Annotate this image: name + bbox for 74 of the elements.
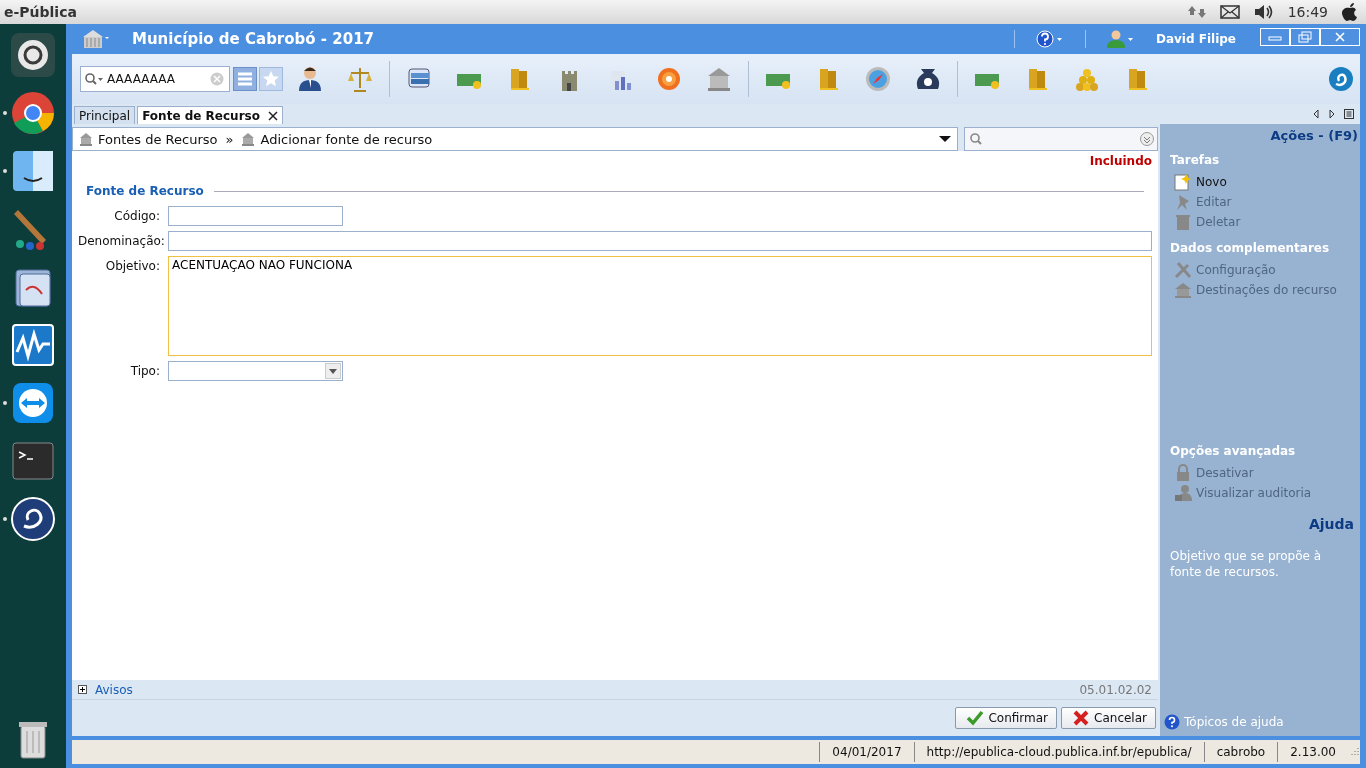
field-label: Código: bbox=[113, 208, 160, 223]
lock-icon bbox=[1174, 463, 1192, 482]
bank-icon bbox=[241, 132, 256, 146]
network-icon[interactable] bbox=[1187, 4, 1206, 20]
restore-icon[interactable] bbox=[1290, 28, 1320, 46]
action-link[interactable]: Novo bbox=[1170, 173, 1360, 191]
bank-icon bbox=[79, 132, 93, 146]
cancel-button[interactable]: Cancelar bbox=[1061, 707, 1156, 729]
expand-icon[interactable] bbox=[78, 685, 87, 694]
search-icon bbox=[84, 72, 104, 86]
person-icon[interactable] bbox=[296, 65, 324, 93]
clock[interactable]: 16:49 bbox=[1287, 4, 1328, 20]
scroll-left-icon[interactable] bbox=[1312, 109, 1320, 119]
breadcrumb-bar[interactable]: Fontes de Recurso » Adicionar fonte de recurso bbox=[72, 127, 958, 151]
e-logo-icon[interactable] bbox=[10, 496, 56, 542]
status-field: 2.13.00 bbox=[1277, 742, 1348, 762]
status-field: 04/01/2017 bbox=[819, 742, 914, 762]
scroll-right-icon[interactable] bbox=[1328, 109, 1336, 119]
status-label: Incluindo bbox=[1089, 154, 1152, 168]
tab[interactable]: Fonte de Recurso bbox=[137, 106, 283, 124]
help-text: Objetivo que se propõe à fonte de recursos. bbox=[1170, 547, 1323, 580]
help-heading: Ajuda bbox=[1308, 515, 1354, 532]
user-lock-icon bbox=[1174, 483, 1192, 502]
tab-list-icon[interactable] bbox=[1344, 109, 1354, 119]
tools-icon bbox=[1174, 261, 1192, 279]
help-icon[interactable] bbox=[1034, 29, 1065, 49]
system-monitor-icon[interactable] bbox=[10, 322, 56, 368]
two-arrows-icon[interactable] bbox=[10, 380, 56, 426]
user-name: David Filipe bbox=[1155, 32, 1236, 46]
help-icon bbox=[1164, 714, 1180, 730]
volume-icon[interactable] bbox=[1253, 4, 1274, 20]
search-field[interactable]: AAAAAAAA bbox=[80, 66, 230, 92]
check-icon bbox=[966, 709, 985, 727]
minimize-icon[interactable] bbox=[1260, 28, 1290, 46]
mail-icon[interactable] bbox=[1219, 5, 1240, 19]
section-heading: Tarefas bbox=[1170, 153, 1221, 167]
bank-icon[interactable] bbox=[705, 65, 733, 93]
trash-icon bbox=[1174, 213, 1192, 231]
breadcrumb-item[interactable]: Adicionar fonte de recurso bbox=[260, 131, 433, 147]
face-finder-icon[interactable] bbox=[10, 148, 56, 194]
window-title: Município de Cabrobó - 2017 bbox=[132, 30, 375, 48]
confirm-button[interactable]: Confirmar bbox=[955, 707, 1058, 729]
ubuntu-launcher-icon[interactable] bbox=[10, 32, 56, 78]
version-code: 05.01.02.02 bbox=[1079, 682, 1152, 697]
cross-icon bbox=[1072, 709, 1091, 727]
user-icon[interactable] bbox=[1105, 29, 1136, 49]
browser-icon[interactable] bbox=[10, 90, 56, 136]
text-area[interactable]: ACENTUAÇAO NAO FUNCIONA bbox=[168, 256, 1152, 356]
section-heading: Dados complementares bbox=[1170, 241, 1331, 255]
field-label: Tipo: bbox=[129, 363, 160, 378]
status-field: http://epublica-cloud.publica.inf.br/epublica/ bbox=[913, 742, 1204, 762]
scales-icon[interactable] bbox=[346, 65, 374, 93]
close-icon[interactable] bbox=[267, 110, 278, 121]
app-name: e-Pública bbox=[4, 4, 78, 20]
gear-icon[interactable] bbox=[655, 65, 683, 93]
breadcrumb-separator: » bbox=[225, 131, 234, 147]
tab[interactable]: Principal bbox=[74, 106, 136, 124]
status-field: cabrobo bbox=[1203, 742, 1278, 762]
resize-grip-icon[interactable] bbox=[1348, 746, 1360, 758]
new-document-icon bbox=[1174, 173, 1192, 191]
apple-icon[interactable] bbox=[1342, 3, 1358, 21]
notices-link[interactable]: Avisos bbox=[95, 682, 133, 697]
list-icon[interactable] bbox=[233, 67, 257, 91]
section-title: Fonte de Recurso bbox=[86, 184, 204, 198]
panel-title: Ações - (F9) bbox=[1270, 128, 1359, 143]
compass-icon[interactable] bbox=[864, 65, 892, 93]
input-field[interactable] bbox=[168, 231, 1152, 251]
field-label: Objetivo: bbox=[104, 258, 160, 273]
search-field[interactable] bbox=[964, 127, 1158, 151]
dropdown-arrow-icon[interactable] bbox=[939, 135, 951, 143]
bank-icon bbox=[1174, 281, 1192, 299]
breadcrumb-item[interactable]: Fontes de Recurso bbox=[98, 131, 218, 147]
input-field[interactable] bbox=[168, 206, 343, 226]
section-heading: Opções avançadas bbox=[1170, 443, 1297, 458]
